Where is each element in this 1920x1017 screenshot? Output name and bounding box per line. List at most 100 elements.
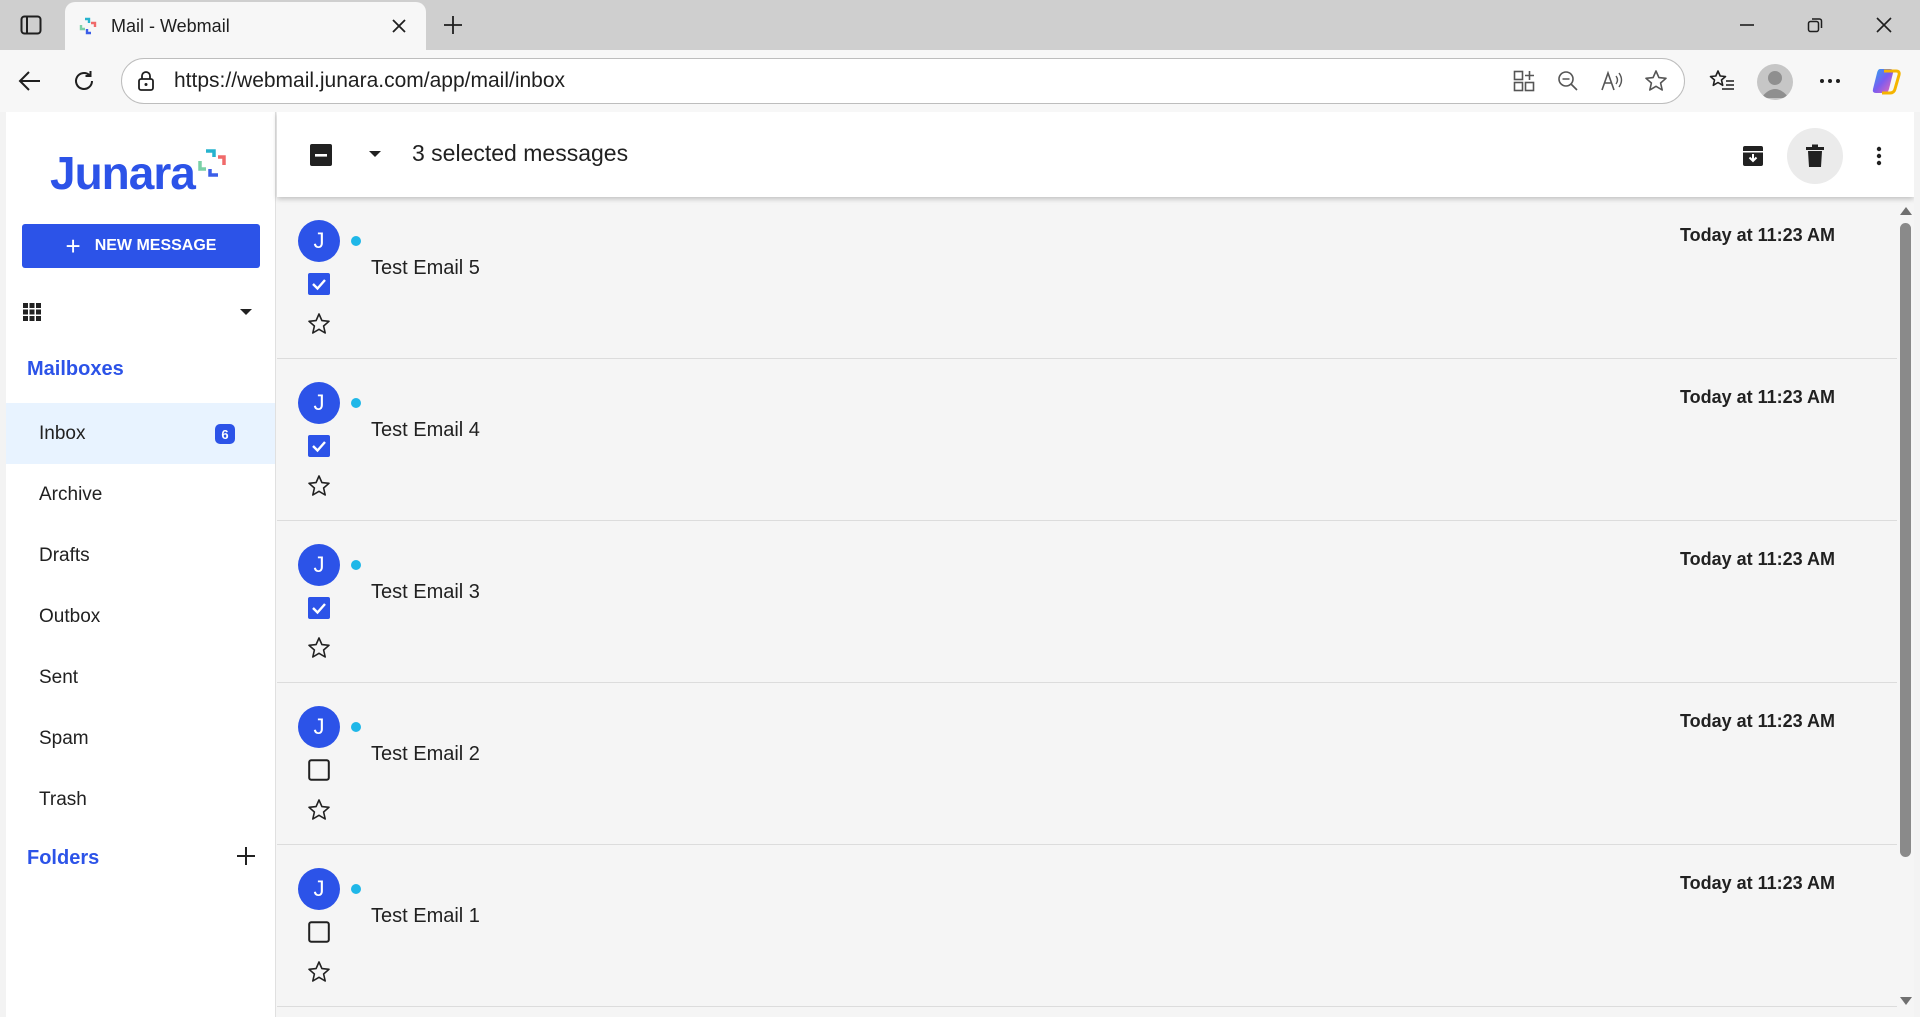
new-tab-button[interactable] (437, 9, 469, 41)
scroll-up-arrow-icon[interactable] (1900, 207, 1912, 215)
caret-down-icon (369, 151, 381, 157)
vertical-ellipsis-icon (1876, 146, 1882, 166)
message-row[interactable]: J Test Email 2 Today at 11:23 AM (277, 683, 1897, 845)
browser-nav-bar: https://webmail.junara.com/app/mail/inbo… (0, 50, 1920, 112)
unread-indicator (351, 884, 361, 894)
mailbox-spam[interactable]: Spam (6, 708, 275, 769)
app-available-button[interactable] (1502, 61, 1546, 101)
mailbox-label: Outbox (39, 605, 101, 627)
close-icon (1876, 17, 1892, 33)
checkbox-checked-icon (308, 435, 330, 457)
unread-indicator (351, 398, 361, 408)
address-bar[interactable]: https://webmail.junara.com/app/mail/inbo… (121, 58, 1685, 104)
arrow-left-icon (18, 71, 40, 91)
new-message-button[interactable]: + NEW MESSAGE (22, 224, 260, 268)
copilot-button[interactable] (1866, 62, 1906, 100)
plus-icon: + (65, 231, 81, 261)
mailbox-drafts[interactable]: Drafts (6, 525, 275, 586)
star-button[interactable] (306, 473, 332, 499)
message-row[interactable]: J Test Email 1 Today at 11:23 AM (277, 845, 1897, 1007)
message-list-scrollbar[interactable] (1897, 197, 1914, 1017)
ellipsis-icon (1820, 79, 1840, 83)
apps-switcher[interactable] (22, 292, 262, 332)
url-text[interactable]: https://webmail.junara.com/app/mail/inbo… (174, 69, 1502, 93)
sender-avatar[interactable]: J (298, 220, 340, 262)
checkbox-checked-icon (308, 273, 330, 295)
scrollbar-thumb[interactable] (1900, 223, 1911, 857)
apps-grid-icon[interactable] (22, 302, 42, 322)
mailbox-outbox[interactable]: Outbox (6, 586, 275, 647)
archive-button[interactable] (1725, 128, 1781, 184)
window-minimize-button[interactable] (1717, 8, 1777, 42)
star-button[interactable] (306, 797, 332, 823)
delete-button[interactable] (1787, 128, 1843, 184)
browser-tab-bar: Mail - Webmail (0, 0, 1920, 50)
webmail-app: Junara + NEW MESSAGE Mailboxes Inbox 6 A… (6, 112, 1914, 1017)
indeterminate-checkbox-icon (310, 144, 332, 166)
checkbox-unchecked-icon (308, 921, 330, 943)
back-button[interactable] (13, 64, 47, 98)
tab-actions-button[interactable] (14, 12, 48, 38)
plus-icon (237, 847, 255, 865)
plus-icon (444, 16, 462, 34)
select-options-dropdown[interactable] (363, 142, 387, 166)
lock-icon[interactable] (134, 69, 158, 93)
star-button[interactable] (306, 311, 332, 337)
window-restore-button[interactable] (1785, 8, 1845, 42)
tab-title: Mail - Webmail (111, 15, 230, 36)
favorite-button[interactable] (1634, 61, 1678, 101)
tab-sidebar-icon (20, 15, 42, 35)
window-close-button[interactable] (1854, 8, 1914, 42)
junara-logo[interactable]: Junara (50, 146, 227, 200)
tab-close-button[interactable] (386, 13, 412, 39)
star-button[interactable] (306, 959, 332, 985)
folders-title[interactable]: Folders (27, 847, 99, 870)
more-options-button[interactable] (1810, 62, 1850, 100)
message-time: Today at 11:23 AM (1679, 387, 1835, 407)
scroll-down-arrow-icon[interactable] (1900, 997, 1912, 1005)
read-aloud-button[interactable] (1590, 61, 1634, 101)
message-list: J Test Email 5 Today at 11:23 AM J Test … (277, 197, 1897, 1017)
user-icon (1761, 71, 1789, 98)
favorites-button[interactable] (1702, 62, 1742, 100)
mailbox-sent[interactable]: Sent (6, 647, 275, 708)
message-checkbox-checked[interactable] (307, 596, 331, 620)
more-actions-button[interactable] (1851, 128, 1907, 184)
message-row[interactable]: J Test Email 5 Today at 11:23 AM (277, 197, 1897, 359)
select-all-checkbox[interactable] (309, 143, 333, 167)
message-checkbox-checked[interactable] (307, 272, 331, 296)
restore-icon (1807, 18, 1823, 33)
message-row[interactable]: J Test Email 3 Today at 11:23 AM (277, 521, 1897, 683)
message-time: Today at 11:23 AM (1679, 549, 1835, 569)
trash-icon (1806, 144, 1824, 167)
message-checkbox[interactable] (307, 758, 331, 782)
star-outline-icon (308, 475, 330, 496)
star-button[interactable] (306, 635, 332, 661)
minimize-icon (1740, 24, 1754, 26)
sender-avatar[interactable]: J (298, 382, 340, 424)
message-checkbox-checked[interactable] (307, 434, 331, 458)
mailbox-inbox[interactable]: Inbox 6 (6, 403, 275, 464)
caret-down-icon[interactable] (238, 307, 254, 317)
add-folder-button[interactable] (232, 842, 260, 870)
mailbox-label: Trash (39, 788, 87, 810)
message-subject: Test Email 3 (371, 581, 480, 603)
sender-avatar[interactable]: J (298, 868, 340, 910)
zoom-button[interactable] (1546, 61, 1590, 101)
favorites-list-icon (1709, 70, 1734, 90)
profile-avatar[interactable] (1757, 64, 1793, 100)
mailbox-trash[interactable]: Trash (6, 769, 275, 830)
message-subject: Test Email 2 (371, 743, 480, 765)
mailboxes-title[interactable]: Mailboxes (27, 358, 124, 381)
zoom-out-icon (1558, 71, 1578, 91)
copilot-icon (1872, 69, 1901, 95)
sender-avatar[interactable]: J (298, 706, 340, 748)
message-row[interactable]: J Test Email 4 Today at 11:23 AM (277, 359, 1897, 521)
refresh-button[interactable] (67, 64, 101, 98)
browser-tab-active[interactable]: Mail - Webmail (65, 2, 426, 50)
read-aloud-icon (1601, 70, 1623, 91)
message-checkbox[interactable] (307, 920, 331, 944)
mailbox-archive[interactable]: Archive (6, 464, 275, 525)
junara-favicon-icon (79, 17, 97, 35)
sender-avatar[interactable]: J (298, 544, 340, 586)
